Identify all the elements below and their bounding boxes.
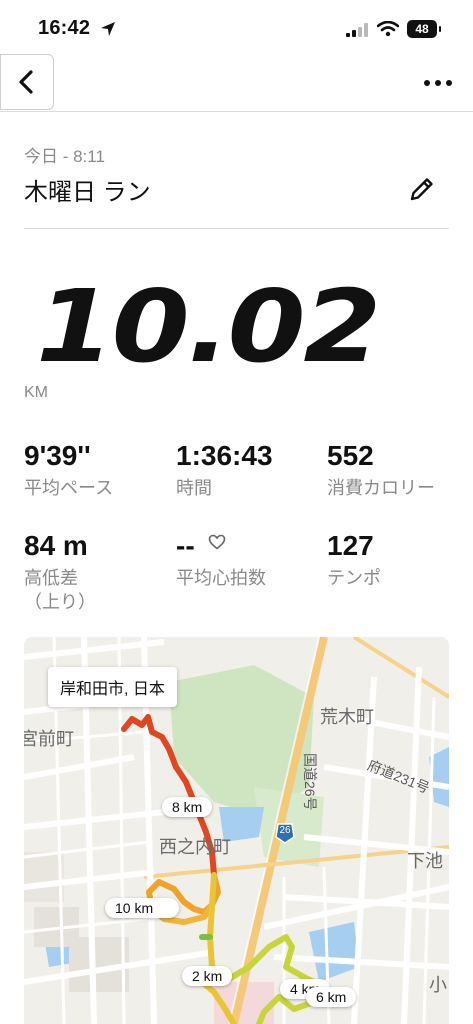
- stat-value: 127: [327, 530, 374, 561]
- heart-icon: [209, 534, 226, 550]
- route-shield-label: 26: [279, 825, 291, 836]
- stat-calories: 552 消費カロリー: [327, 440, 435, 500]
- km-marker: 6 km: [306, 987, 357, 1007]
- stat-value: --: [176, 530, 195, 561]
- signal-icon: [346, 23, 368, 37]
- divider: [24, 228, 449, 229]
- wifi-icon: [377, 21, 399, 37]
- route-map[interactable]: 岸和田市, 日本 宮前町 荒木町 西之内町 下池 小 府道231号 国道26号 …: [24, 637, 449, 1024]
- km-marker: 2 km: [182, 966, 233, 986]
- battery-indicator: 48: [407, 20, 437, 38]
- km-marker: 10 km: [105, 898, 180, 918]
- ellipsis-dot: [424, 80, 430, 86]
- pencil-icon[interactable]: [408, 175, 436, 203]
- ellipsis-dot: [435, 80, 441, 86]
- map-place-label: 西之内町: [159, 837, 231, 857]
- more-options-button[interactable]: [420, 70, 456, 96]
- back-button[interactable]: [0, 54, 54, 110]
- map-location-chip[interactable]: 岸和田市, 日本: [48, 667, 177, 707]
- activity-date: 今日 - 8:11: [24, 147, 105, 166]
- battery-cap: [439, 26, 441, 32]
- map-road-label: 国道26号: [302, 753, 318, 811]
- stat-heart-rate: -- 平均心拍数: [176, 530, 266, 590]
- distance-unit: KM: [24, 384, 48, 401]
- km-marker: 8 km: [162, 797, 213, 817]
- stat-value: 9'39'': [24, 440, 91, 471]
- stat-label: 平均心拍数: [176, 568, 266, 588]
- chevron-left-icon: [19, 70, 33, 94]
- stat-cadence: 127 テンポ: [327, 530, 381, 590]
- stat-value-row: --: [176, 530, 266, 562]
- stat-time: 1:36:43 時間: [176, 440, 273, 500]
- map-place-label: 宮前町: [24, 729, 74, 749]
- stat-value: 1:36:43: [176, 440, 273, 471]
- stat-value: 552: [327, 440, 374, 471]
- stat-value: 84 m: [24, 530, 88, 561]
- status-bar: 16:42 48: [0, 0, 473, 56]
- stat-label: 平均ペース: [24, 478, 114, 498]
- stat-label: テンポ: [327, 568, 381, 588]
- location-arrow-icon: [101, 22, 115, 36]
- stat-label: 時間: [176, 478, 212, 498]
- nav-bar: [0, 54, 473, 112]
- map-place-label: 下池: [407, 851, 443, 871]
- stat-elevation: 84 m 高低差 （上り）: [24, 530, 96, 614]
- map-place-label: 荒木町: [320, 707, 374, 727]
- distance-value: 10.02: [36, 268, 381, 385]
- stat-label: 高低差 （上り）: [24, 568, 96, 612]
- map-place-label: 小: [429, 975, 447, 995]
- status-time: 16:42: [38, 17, 91, 39]
- stat-label: 消費カロリー: [327, 478, 435, 498]
- stat-pace: 9'39'' 平均ペース: [24, 440, 113, 500]
- ellipsis-dot: [446, 80, 452, 86]
- activity-title: 木曜日 ラン: [24, 179, 151, 206]
